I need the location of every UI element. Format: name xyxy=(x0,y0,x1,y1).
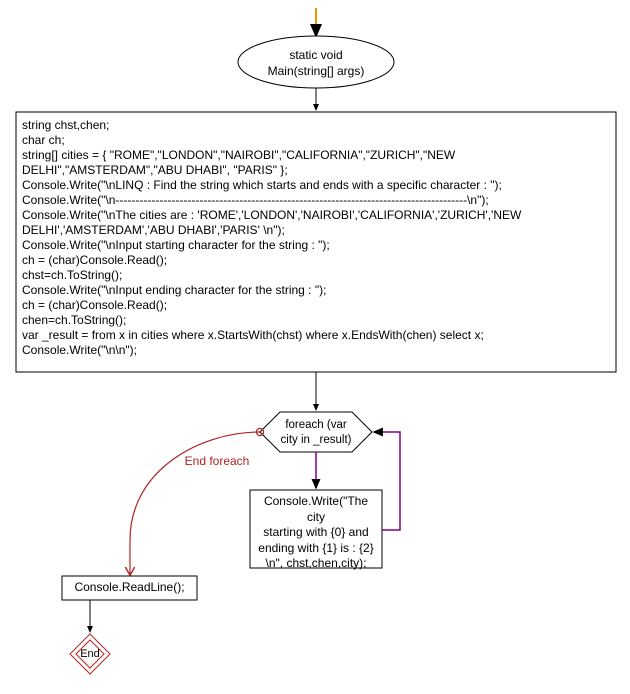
process-code: string chst,chen; char ch; string[] citi… xyxy=(22,118,610,358)
end-label: End xyxy=(70,647,110,661)
readline-label: Console.ReadLine(); xyxy=(62,580,197,596)
start-label: static voidMain(string[] args) xyxy=(238,48,394,79)
loop-label: foreach (varcity in _result) xyxy=(266,418,366,448)
loop-body-label: Console.Write("The citystarting with {0}… xyxy=(254,494,378,572)
loop-exit-label: End foreach xyxy=(172,454,262,470)
